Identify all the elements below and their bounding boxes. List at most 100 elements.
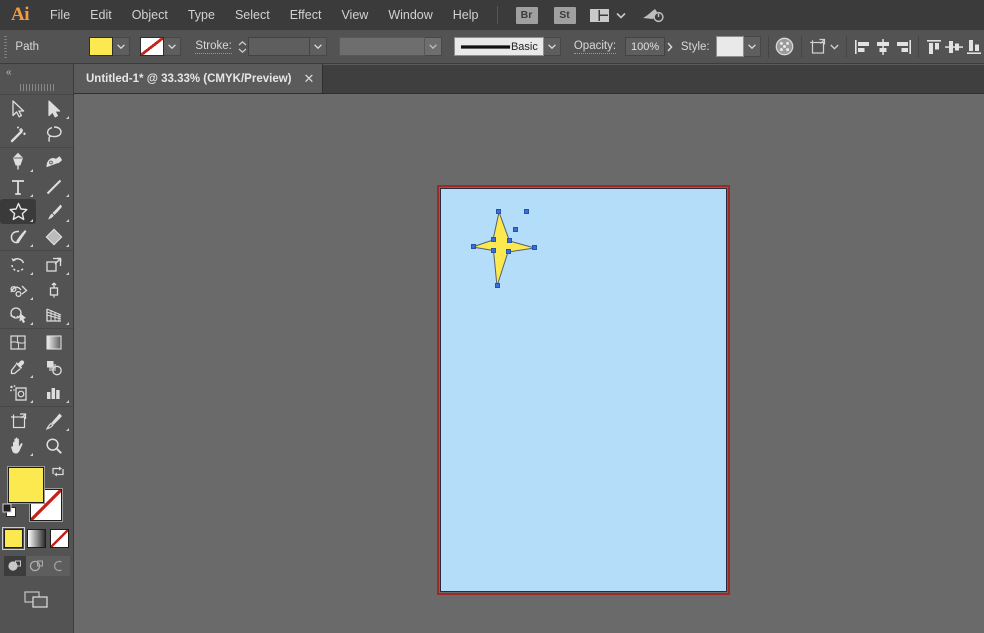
brush-definition-field[interactable]: Basic (454, 37, 544, 56)
opacity-panel-chevron-right-icon[interactable] (665, 42, 675, 52)
close-icon[interactable]: ✕ (304, 72, 315, 85)
opacity-field[interactable]: 100% (625, 37, 665, 56)
fill-color-control[interactable] (89, 37, 130, 56)
menu-item-help[interactable]: Help (443, 0, 489, 30)
document-tab-bar: Untitled-1* @ 33.33% (CMYK/Preview) ✕ (74, 65, 984, 94)
none-mode-button[interactable] (50, 529, 69, 548)
align-center-v-button[interactable] (945, 36, 963, 58)
draw-normal-button[interactable] (4, 556, 26, 576)
tool-row (0, 252, 73, 277)
default-fill-stroke-icon[interactable] (2, 503, 17, 523)
pen-tool[interactable] (0, 149, 36, 174)
anchor-point[interactable] (491, 248, 496, 253)
star-tool[interactable] (0, 199, 36, 224)
variable-width-profile-control[interactable] (339, 37, 442, 56)
menu-item-file[interactable]: File (40, 0, 80, 30)
menu-item-effect[interactable]: Effect (280, 0, 332, 30)
scale-tool[interactable] (36, 252, 72, 277)
variable-width-profile-chevron-down-icon[interactable] (425, 37, 442, 56)
graphic-style-swatch[interactable] (716, 36, 744, 57)
menu-item-object[interactable]: Object (122, 0, 178, 30)
stroke-weight-field[interactable] (248, 37, 310, 56)
blend-tool[interactable] (36, 355, 72, 380)
document-tab[interactable]: Untitled-1* @ 33.33% (CMYK/Preview) ✕ (74, 64, 323, 93)
anchor-point[interactable] (532, 245, 537, 250)
brush-definition-control[interactable]: Basic (454, 37, 561, 56)
eyedropper-tool[interactable] (0, 355, 36, 380)
hand-tool[interactable] (0, 433, 36, 458)
magic-wand-tool[interactable] (0, 121, 36, 146)
artboard-tool[interactable] (0, 408, 36, 433)
menu-item-window[interactable]: Window (378, 0, 442, 30)
variable-width-profile-field[interactable] (339, 37, 425, 56)
menu-item-view[interactable]: View (331, 0, 378, 30)
shaper-tool[interactable] (0, 224, 36, 249)
shape-builder-tool[interactable] (0, 302, 36, 327)
change-screen-mode-icon[interactable] (0, 590, 73, 610)
align-right-button[interactable] (894, 36, 912, 58)
sync-settings-icon[interactable] (642, 7, 664, 23)
anchor-point[interactable] (495, 283, 500, 288)
canvas-area[interactable] (74, 94, 984, 633)
align-center-h-button[interactable] (874, 36, 892, 58)
draw-inside-button[interactable] (48, 556, 70, 576)
perspective-grid-tool[interactable] (36, 302, 72, 327)
brush-definition-chevron-down-icon[interactable] (544, 37, 561, 56)
star-shape[interactable] (472, 204, 544, 296)
stroke-weight-chevron-down-icon[interactable] (310, 37, 327, 56)
symbol-sprayer-tool[interactable] (0, 380, 36, 405)
rotate-tool[interactable] (0, 252, 36, 277)
stroke-weight-control[interactable] (248, 37, 327, 56)
anchor-point[interactable] (471, 244, 476, 249)
color-mode-button[interactable] (4, 529, 23, 548)
control-bar-grip[interactable] (2, 36, 7, 58)
selection-tool[interactable] (0, 96, 36, 121)
swap-fill-stroke-icon[interactable] (51, 465, 65, 483)
zoom-tool[interactable] (36, 433, 72, 458)
stroke-color-control[interactable] (140, 37, 181, 56)
free-transform-tool[interactable] (36, 277, 72, 302)
anchor-point[interactable] (513, 227, 518, 232)
gradient-tool[interactable] (36, 330, 72, 355)
anchor-point[interactable] (524, 209, 529, 214)
stroke-color-swatch-none[interactable] (140, 37, 164, 56)
menu-item-type[interactable]: Type (178, 0, 225, 30)
column-graph-tool[interactable] (36, 380, 72, 405)
slice-tool[interactable] (36, 408, 72, 433)
chevron-down-icon[interactable] (616, 12, 626, 19)
arrange-documents-icon[interactable] (590, 9, 609, 22)
menu-item-edit[interactable]: Edit (80, 0, 122, 30)
bridge-button[interactable]: Br (516, 7, 538, 24)
type-tool[interactable] (0, 174, 36, 199)
paintbrush-tool[interactable] (36, 199, 72, 224)
graphic-style-chevron-down-icon[interactable] (744, 36, 761, 57)
align-bottom-button[interactable] (965, 36, 983, 58)
draw-behind-button[interactable] (26, 556, 48, 576)
anchor-point[interactable] (506, 249, 511, 254)
eraser-tool[interactable] (36, 224, 72, 249)
anchor-point[interactable] (496, 209, 501, 214)
transform-control[interactable] (809, 38, 839, 55)
menu-item-select[interactable]: Select (225, 0, 280, 30)
fill-dropdown-chevron-down-icon[interactable] (113, 37, 130, 56)
lasso-tool[interactable] (36, 121, 72, 146)
align-left-button[interactable] (854, 36, 872, 58)
line-segment-tool[interactable] (36, 174, 72, 199)
mesh-tool[interactable] (0, 330, 36, 355)
graphic-style-control[interactable] (716, 36, 761, 57)
stock-button[interactable]: St (554, 7, 576, 24)
anchor-point[interactable] (507, 238, 512, 243)
direct-selection-tool[interactable] (36, 96, 72, 121)
toolbar-fill-swatch[interactable] (8, 467, 44, 503)
collapse-panel-button[interactable]: « (0, 64, 73, 80)
gradient-mode-button[interactable] (27, 529, 46, 548)
width-tool[interactable] (0, 277, 36, 302)
fill-color-swatch[interactable] (89, 37, 113, 56)
curvature-tool[interactable] (36, 149, 72, 174)
stroke-dropdown-chevron-down-icon[interactable] (164, 37, 181, 56)
stroke-weight-stepper[interactable] (238, 37, 247, 56)
recolor-artwork-icon[interactable] (775, 37, 794, 56)
align-top-button[interactable] (925, 36, 943, 58)
tools-panel-grip[interactable] (0, 80, 73, 94)
anchor-point[interactable] (491, 237, 496, 242)
